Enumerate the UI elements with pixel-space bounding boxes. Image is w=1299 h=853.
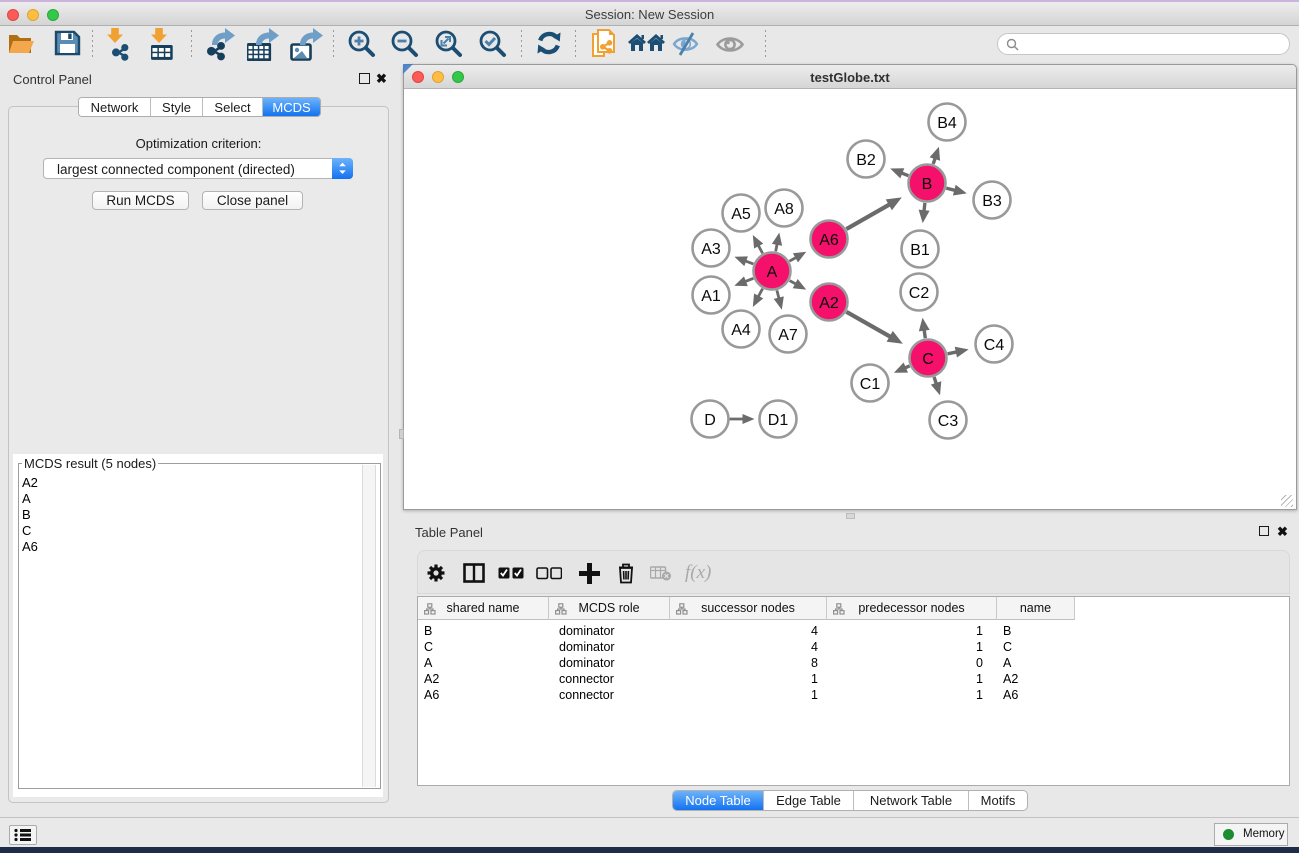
svg-text:B4: B4 [937,115,957,132]
svg-text:A5: A5 [731,206,751,223]
svg-text:B2: B2 [856,152,876,169]
svg-text:C2: C2 [909,285,930,302]
svg-text:C1: C1 [860,376,881,393]
svg-text:A2: A2 [819,295,839,312]
svg-text:B: B [922,176,933,193]
svg-text:A: A [767,264,778,281]
svg-text:A6: A6 [819,232,839,249]
svg-text:A3: A3 [701,241,721,258]
svg-text:C4: C4 [984,337,1005,354]
svg-text:C: C [922,351,934,368]
svg-text:D: D [704,412,716,429]
svg-text:A8: A8 [774,201,794,218]
svg-text:B3: B3 [982,193,1002,210]
svg-text:B1: B1 [910,242,930,259]
svg-text:D1: D1 [768,412,789,429]
svg-text:A7: A7 [778,327,798,344]
svg-text:C3: C3 [938,413,959,430]
svg-text:f(x): f(x) [685,563,711,583]
svg-text:A4: A4 [731,322,751,339]
svg-text:A1: A1 [701,288,721,305]
